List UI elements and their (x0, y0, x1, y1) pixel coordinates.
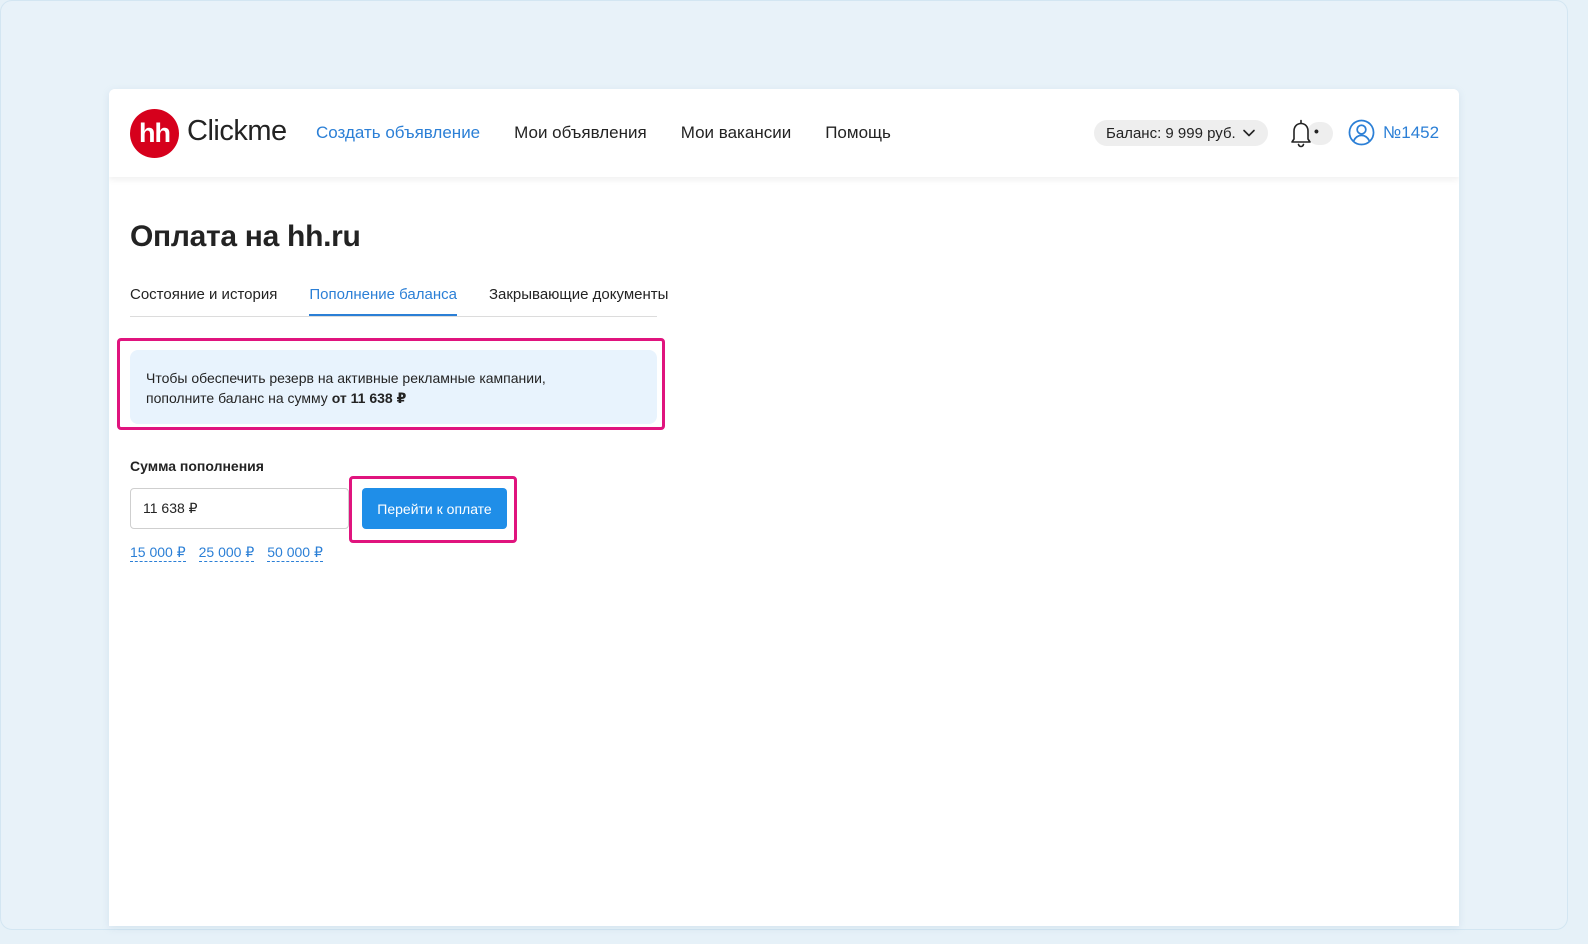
balance-dropdown[interactable]: Баланс: 9 999 руб. (1094, 120, 1268, 146)
tabs-bar: Состояние и история Пополнение баланса З… (130, 285, 668, 317)
tab-status-history[interactable]: Состояние и история (130, 285, 277, 315)
bell-icon (1291, 119, 1311, 148)
chevron-down-icon (1242, 129, 1255, 137)
account-number: №1452 (1383, 122, 1440, 142)
app-window: hh Clickme Создать объявление Мои объявл… (109, 89, 1459, 926)
preset-50000[interactable]: 50 000 ₽ (267, 544, 323, 562)
notifications-button[interactable]: • (1289, 118, 1334, 148)
account-menu[interactable]: №1452 (1348, 119, 1439, 146)
balance-label: Баланс: 9 999 руб. (1106, 124, 1236, 142)
notification-marker: • (1314, 123, 1319, 139)
logo-text[interactable]: Clickme (187, 115, 287, 148)
amount-presets: 15 000 ₽ 25 000 ₽ 50 000 ₽ (130, 544, 336, 562)
reserve-info-box: Чтобы обеспечить резерв на активные рекл… (130, 350, 657, 424)
top-header: hh Clickme Создать объявление Мои объявл… (109, 89, 1459, 177)
amount-label: Сумма пополнения (130, 458, 264, 474)
page-title: Оплата на hh.ru (130, 220, 361, 253)
go-to-payment-button[interactable]: Перейти к оплате (362, 488, 507, 529)
nav-my-ads[interactable]: Мои объявления (514, 123, 647, 143)
preset-15000[interactable]: 15 000 ₽ (130, 544, 186, 562)
nav-help[interactable]: Помощь (825, 123, 891, 143)
nav-my-vacancies[interactable]: Мои вакансии (681, 123, 791, 143)
tab-top-up-balance[interactable]: Пополнение баланса (309, 285, 457, 316)
tab-closing-documents[interactable]: Закрывающие документы (489, 285, 668, 315)
hh-logo[interactable]: hh (130, 109, 179, 158)
info-line-2: пополните баланс на сумму (146, 390, 328, 406)
info-amount: от 11 638 ₽ (331, 390, 407, 406)
main-nav: Создать объявление Мои объявления Мои ва… (316, 123, 925, 143)
info-line-1: Чтобы обеспечить резерв на активные рекл… (146, 370, 546, 386)
nav-create-ad[interactable]: Создать объявление (316, 123, 480, 143)
amount-input[interactable] (130, 488, 349, 529)
preset-25000[interactable]: 25 000 ₽ (198, 544, 255, 562)
user-icon (1348, 119, 1375, 146)
